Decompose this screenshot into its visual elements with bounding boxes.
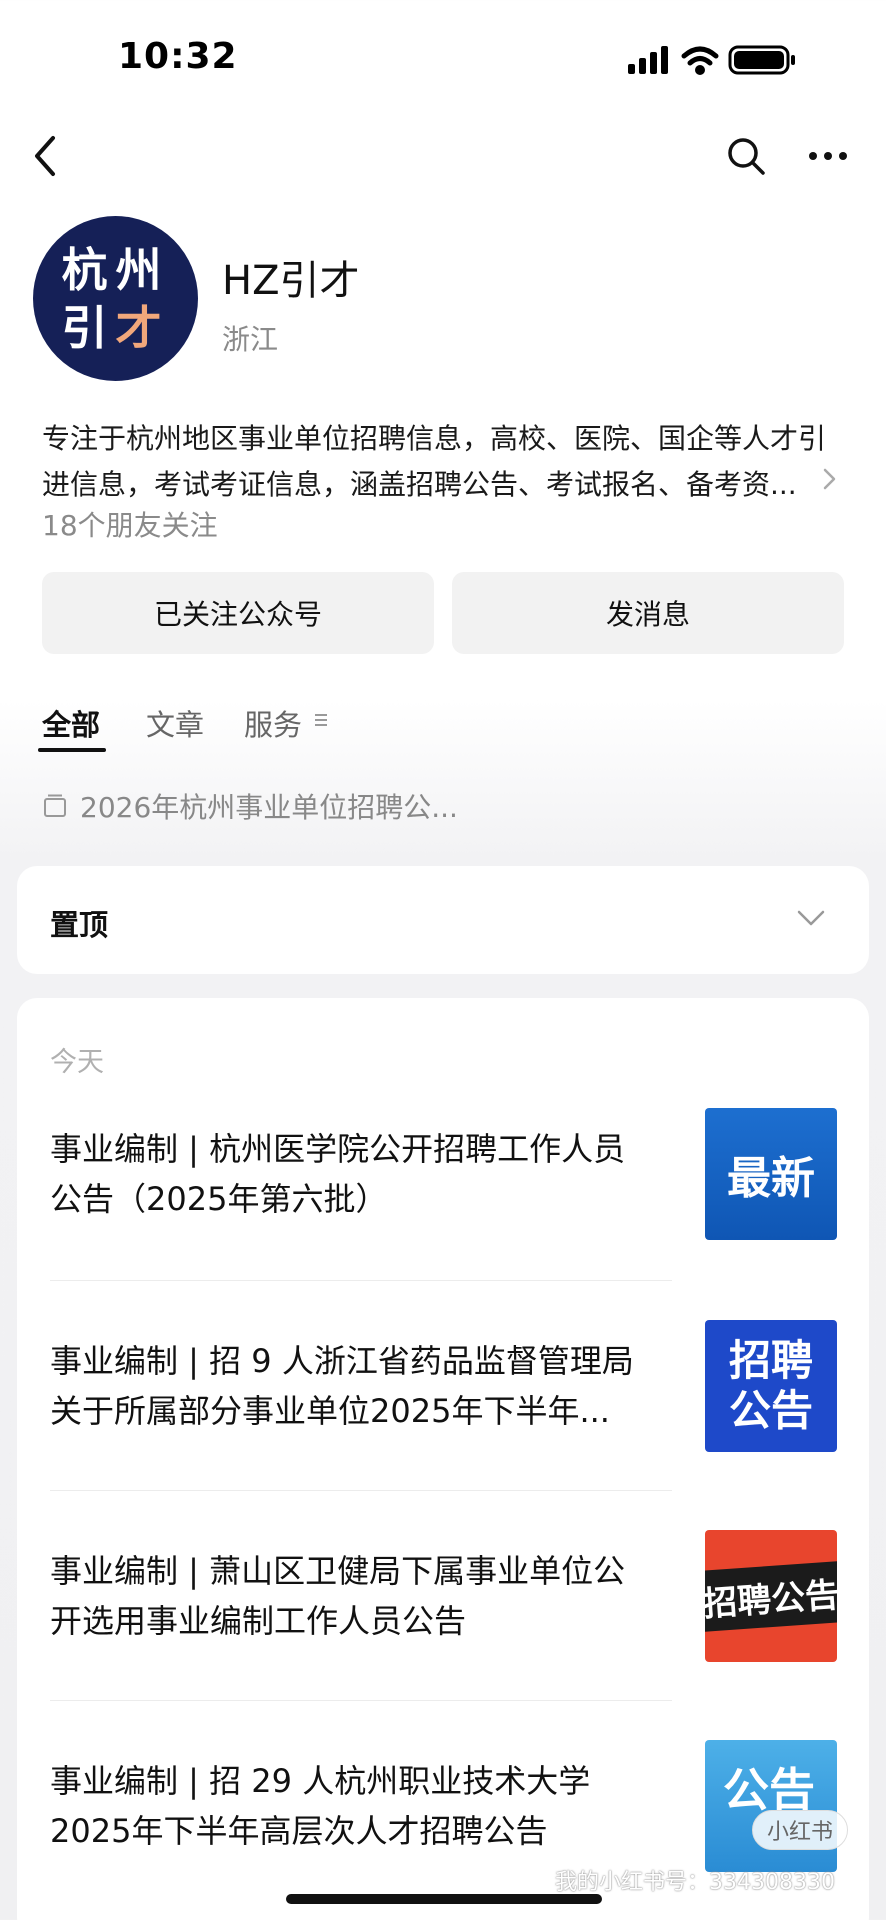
status-time: 10:32 — [118, 36, 238, 77]
divider — [50, 1490, 672, 1491]
account-description[interactable]: 专注于杭州地区事业单位招聘信息，高校、医院、国企等人才引 进信息，考试考证信息，… — [42, 416, 842, 508]
signal-icon — [628, 46, 668, 74]
article-title-line1: 事业编制 | 招 9 人浙江省药品监督管理局 — [50, 1342, 634, 1380]
article-thumbnail[interactable]: 公告 — [705, 1740, 837, 1872]
article-thumbnail[interactable]: 最新 — [705, 1108, 837, 1240]
chevron-down-icon[interactable] — [796, 908, 826, 928]
article-item[interactable]: 事业编制 | 萧山区卫健局下属事业单位公 开选用事业编制工作人员公告 — [50, 1546, 670, 1646]
divider — [50, 1280, 672, 1281]
article-title-line2: 2025年下半年高层次人才招聘公告 — [50, 1812, 548, 1850]
account-name: HZ引才 — [222, 258, 360, 304]
collection-link[interactable]: 2026年杭州事业单位招聘公... — [42, 786, 458, 826]
back-button[interactable] — [16, 126, 76, 186]
description-line2: 进信息，考试考证信息，涵盖招聘公告、考试报名、备考资... — [42, 468, 797, 501]
article-item[interactable]: 事业编制 | 招 9 人浙江省药品监督管理局 关于所属部分事业单位2025年下半… — [50, 1336, 670, 1436]
avatar-text-line1: 杭州 — [61, 242, 170, 297]
home-indicator[interactable] — [286, 1894, 602, 1904]
section-label-today: 今天 — [50, 1047, 104, 1078]
battery-icon — [728, 45, 795, 75]
article-title-line1: 事业编制 | 萧山区卫健局下属事业单位公 — [50, 1552, 626, 1590]
wifi-icon — [681, 46, 719, 75]
tab-services[interactable]: 服务 — [244, 702, 302, 744]
article-thumbnail[interactable]: 招聘公告 — [705, 1530, 837, 1662]
article-title-line1: 事业编制 | 招 29 人杭州职业技术大学 — [50, 1762, 591, 1800]
tab-all[interactable]: 全部 — [42, 702, 100, 744]
search-icon — [728, 138, 765, 175]
article-thumbnail[interactable]: 招聘 公告 — [705, 1320, 837, 1452]
collection-icon — [44, 794, 66, 817]
more-button[interactable] — [798, 126, 858, 186]
article-title-line2: 关于所属部分事业单位2025年下半年... — [50, 1392, 610, 1430]
pinned-label: 置顶 — [50, 908, 109, 942]
tab-active-indicator — [38, 748, 106, 752]
watermark-text: 我的小红书号：334308330 — [555, 1870, 835, 1895]
article-title-line2: 公告（2025年第六批） — [50, 1180, 388, 1218]
article-item[interactable]: 事业编制 | 招 29 人杭州职业技术大学 2025年下半年高层次人才招聘公告 — [50, 1756, 670, 1856]
account-location: 浙江 — [222, 323, 279, 356]
pinned-section[interactable] — [17, 866, 869, 974]
back-icon — [35, 136, 55, 176]
article-title-line1: 事业编制 | 杭州医学院公开招聘工作人员 — [50, 1130, 626, 1168]
collection-label: 2026年杭州事业单位招聘公... — [80, 791, 458, 824]
status-icons — [628, 45, 795, 75]
article-title-line2: 开选用事业编制工作人员公告 — [50, 1602, 467, 1640]
menu-icon — [315, 714, 327, 726]
divider — [50, 1700, 672, 1701]
watermark-badge: 小红书 — [752, 1810, 848, 1850]
avatar-text-line2: 引才 — [61, 300, 170, 355]
chevron-right-icon — [823, 468, 836, 490]
more-icon — [809, 152, 847, 160]
followers-count[interactable]: 18个朋友关注 — [42, 504, 218, 544]
tab-articles[interactable]: 文章 — [146, 702, 204, 744]
article-item[interactable]: 事业编制 | 杭州医学院公开招聘工作人员 公告（2025年第六批） — [50, 1124, 670, 1224]
send-message-button[interactable]: 发消息 — [452, 572, 844, 654]
account-avatar[interactable]: 杭州 引才 — [33, 216, 198, 381]
followed-button[interactable]: 已关注公众号 — [42, 572, 434, 654]
description-line1: 专注于杭州地区事业单位招聘信息，高校、医院、国企等人才引 — [42, 422, 827, 455]
search-button[interactable] — [716, 126, 776, 186]
